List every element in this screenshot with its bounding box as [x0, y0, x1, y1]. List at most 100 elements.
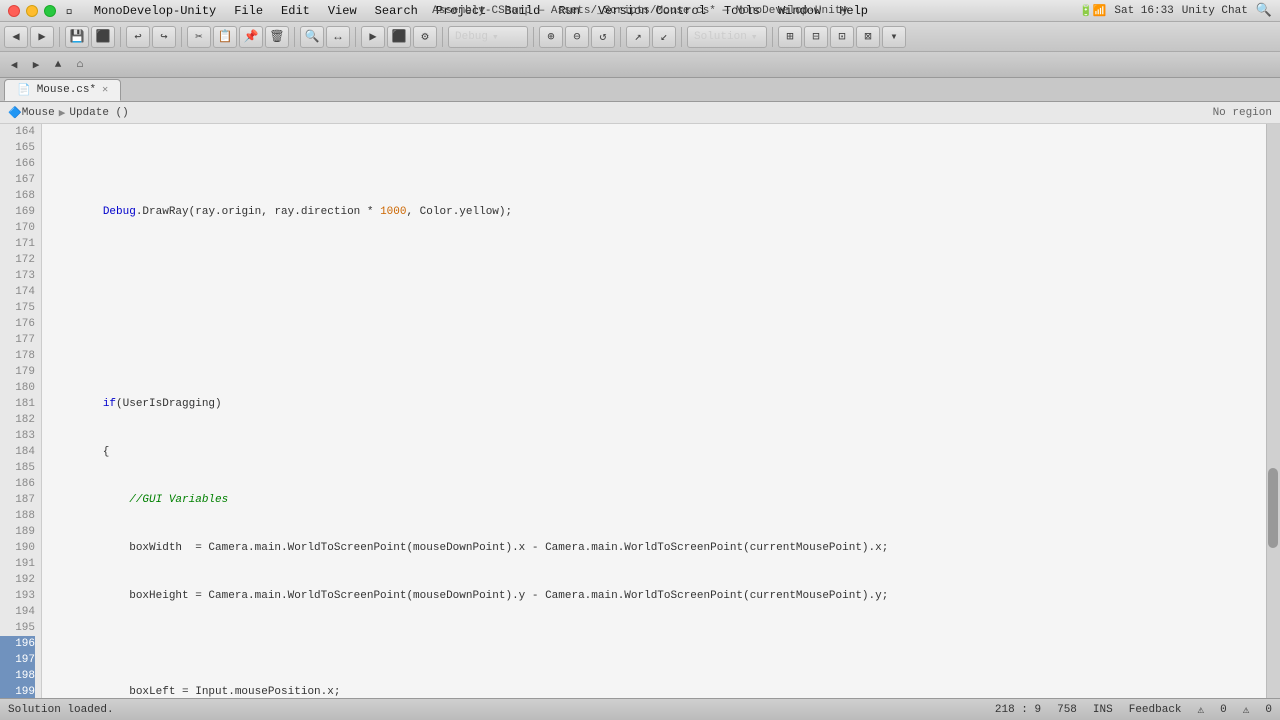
solution-dropdown[interactable]: Solution ▾ [687, 26, 767, 48]
breadcrumb-icon: 🔷 [8, 106, 22, 120]
ln-172: 172 [0, 252, 35, 268]
paste-button[interactable]: 📌 [239, 26, 263, 48]
line-167 [50, 300, 1258, 316]
error-icon: ⚠ [1198, 703, 1205, 717]
ln-199: 199 [0, 684, 35, 698]
search-icon[interactable]: 🔍 [1256, 3, 1272, 18]
main-area: 164 165 166 167 168 169 170 171 172 173 … [0, 124, 1280, 698]
menu-monodevelop[interactable]: MonoDevelop-Unity [86, 3, 224, 19]
cut-button[interactable]: ✂ [187, 26, 211, 48]
line-164 [50, 156, 1258, 172]
tab-bar: 📄 Mouse.cs* ✕ [0, 78, 1280, 102]
window-title: Assembly-CSharp — Assets/_Scripts/Mouse.… [432, 5, 848, 17]
btn-i[interactable]: ⊠ [856, 26, 880, 48]
sep6 [442, 27, 443, 47]
build-button[interactable]: ▶ [361, 26, 385, 48]
unity-chat-label[interactable]: Unity Chat [1182, 5, 1248, 17]
btn-h[interactable]: ⊡ [830, 26, 854, 48]
line-175: boxLeft = Input.mousePosition.x; [50, 684, 1258, 698]
scroll-thumb[interactable] [1268, 468, 1278, 548]
ln-180: 180 [0, 380, 35, 396]
col-label: 758 [1057, 704, 1077, 716]
btn-b[interactable]: ⊖ [565, 26, 589, 48]
line-173: boxHeight = Camera.main.WorldToScreenPoi… [50, 588, 1258, 604]
ln-168: 168 [0, 188, 35, 204]
delete-button[interactable]: 🗑 [265, 26, 289, 48]
nav-home[interactable]: ⌂ [70, 55, 90, 75]
ln-166: 166 [0, 156, 35, 172]
position-label: 218 : 9 [995, 704, 1041, 716]
minimize-button[interactable] [26, 5, 38, 17]
ln-175: 175 [0, 300, 35, 316]
copy-button[interactable]: 📋 [213, 26, 237, 48]
traffic-lights [8, 5, 56, 17]
line-174 [50, 636, 1258, 652]
forward-button[interactable]: ▶ [30, 26, 54, 48]
btn-d[interactable]: ↗ [626, 26, 650, 48]
save-button[interactable]: 💾 [65, 26, 89, 48]
nav-up[interactable]: ▲ [48, 55, 68, 75]
scrollbar[interactable] [1266, 124, 1280, 698]
btn-e[interactable]: ↙ [652, 26, 676, 48]
nav-back[interactable]: ◀ [4, 55, 24, 75]
status-text: Solution loaded. [8, 704, 114, 716]
sep10 [772, 27, 773, 47]
line-170: { [50, 444, 1258, 460]
redo-button[interactable]: ↪ [152, 26, 176, 48]
debug-label: Debug [455, 31, 488, 43]
sep8 [620, 27, 621, 47]
menu-file[interactable]: File [226, 3, 271, 19]
system-icons: 🔋📶 [1079, 4, 1106, 18]
search-tb-button[interactable]: 🔍 [300, 26, 324, 48]
breadcrumb-class[interactable]: Mouse [22, 107, 55, 119]
ln-164: 164 [0, 124, 35, 140]
save-all-button[interactable]: ⬛ [91, 26, 115, 48]
btn-g[interactable]: ⊟ [804, 26, 828, 48]
ln-184: 184 [0, 444, 35, 460]
sep9 [681, 27, 682, 47]
replace-button[interactable]: ↔ [326, 26, 350, 48]
ln-178: 178 [0, 348, 35, 364]
btn-j[interactable]: ▾ [882, 26, 906, 48]
back-button[interactable]: ◀ [4, 26, 28, 48]
tools-button[interactable]: ⚙ [413, 26, 437, 48]
menu-edit[interactable]: Edit [273, 3, 318, 19]
ln-165: 165 [0, 140, 35, 156]
warning-icon: ⚠ [1243, 703, 1250, 717]
ln-192: 192 [0, 572, 35, 588]
sep4 [294, 27, 295, 47]
menu-search[interactable]: Search [367, 3, 426, 19]
clock: Sat 16:33 [1114, 5, 1173, 17]
breadcrumb: 🔷 Mouse ▶ Update () No region [0, 102, 1280, 124]
maximize-button[interactable] [44, 5, 56, 17]
sep2 [120, 27, 121, 47]
breadcrumb-sep1: ▶ [59, 106, 66, 120]
debug-chevron: ▾ [492, 30, 499, 44]
tab-close-button[interactable]: ✕ [102, 84, 108, 96]
code-editor[interactable]: Debug.DrawRay(ray.origin, ray.direction … [42, 124, 1266, 698]
btn-c[interactable]: ↺ [591, 26, 615, 48]
ln-198: 198 [0, 668, 35, 684]
ln-191: 191 [0, 556, 35, 572]
close-button[interactable] [8, 5, 20, 17]
error-count: 0 [1220, 704, 1227, 716]
ln-188: 188 [0, 508, 35, 524]
undo-button[interactable]: ↩ [126, 26, 150, 48]
line-numbers: 164 165 166 167 168 169 170 171 172 173 … [0, 124, 42, 698]
tab-label: Mouse.cs* [37, 84, 96, 96]
breadcrumb-method[interactable]: Update () [69, 107, 128, 119]
ln-189: 189 [0, 524, 35, 540]
btn-f[interactable]: ⊞ [778, 26, 802, 48]
menu-view[interactable]: View [320, 3, 365, 19]
ln-194: 194 [0, 604, 35, 620]
ln-193: 193 [0, 588, 35, 604]
feedback-link[interactable]: Feedback [1129, 704, 1182, 716]
line-169: if(UserIsDragging) [50, 396, 1258, 412]
nav-forward[interactable]: ▶ [26, 55, 46, 75]
ln-190: 190 [0, 540, 35, 556]
debug-dropdown[interactable]: Debug ▾ [448, 26, 528, 48]
tab-mousecs[interactable]: 📄 Mouse.cs* ✕ [4, 79, 121, 101]
stop-button[interactable]: ⬛ [387, 26, 411, 48]
btn-a[interactable]: ⊕ [539, 26, 563, 48]
ln-182: 182 [0, 412, 35, 428]
